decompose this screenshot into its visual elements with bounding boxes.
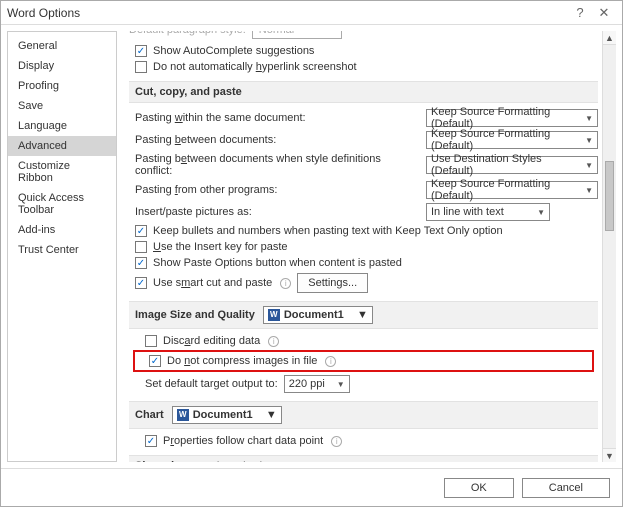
- sidebar-item-save[interactable]: Save: [8, 96, 116, 116]
- sidebar-item-advanced[interactable]: Advanced: [8, 136, 116, 156]
- sidebar-item-general[interactable]: General: [8, 36, 116, 56]
- insert-pics-combo[interactable]: In line with text▼: [426, 203, 550, 221]
- footer: OK Cancel: [1, 468, 622, 506]
- sidebar-item-proofing[interactable]: Proofing: [8, 76, 116, 96]
- sidebar: General Display Proofing Save Language A…: [7, 31, 117, 462]
- info-icon[interactable]: i: [268, 336, 279, 347]
- discard-editing-label: Discard editing data: [163, 335, 260, 347]
- default-paragraph-label: Default paragraph style:: [129, 31, 246, 36]
- paste-conflict-label: Pasting between documents when style def…: [135, 153, 420, 177]
- paste-between-label: Pasting between documents:: [135, 134, 420, 146]
- chevron-down-icon: ▼: [266, 409, 277, 421]
- chevron-down-icon: ▼: [585, 136, 593, 145]
- chevron-down-icon: ▼: [585, 186, 593, 195]
- highlight-box: Do not compress images in file i: [133, 350, 594, 372]
- info-icon[interactable]: i: [331, 436, 342, 447]
- no-compress-checkbox[interactable]: [149, 355, 161, 367]
- chevron-down-icon: ▼: [537, 208, 545, 217]
- word-options-dialog: Word Options ? ✕ General Display Proofin…: [0, 0, 623, 507]
- info-icon[interactable]: i: [325, 356, 336, 367]
- chart-scope-combo[interactable]: WDocument1▼: [172, 406, 282, 424]
- sidebar-item-trust-center[interactable]: Trust Center: [8, 240, 116, 260]
- window-title: Word Options: [7, 6, 568, 20]
- keep-bullets-label: Keep bullets and numbers when pasting te…: [153, 225, 503, 237]
- sidebar-item-language[interactable]: Language: [8, 116, 116, 136]
- paste-same-label: Pasting within the same document:: [135, 112, 420, 124]
- info-icon[interactable]: i: [280, 278, 291, 289]
- chevron-down-icon: ▼: [337, 380, 345, 389]
- paste-conflict-combo[interactable]: Use Destination Styles (Default)▼: [426, 156, 598, 174]
- partial-cut-row: Default paragraph style: Normal: [129, 31, 598, 39]
- auto-hyperlink-row: Do not automatically hyperlink screensho…: [129, 59, 598, 75]
- section-doc-content: Show document content: [129, 455, 598, 462]
- discard-editing-checkbox[interactable]: [145, 335, 157, 347]
- no-compress-label: Do not compress images in file: [167, 355, 317, 367]
- default-paragraph-combo[interactable]: Normal: [252, 31, 342, 39]
- show-paste-opts-checkbox[interactable]: [135, 257, 147, 269]
- close-icon[interactable]: ✕: [592, 5, 616, 21]
- paste-between-combo[interactable]: Keep Source Formatting (Default)▼: [426, 131, 598, 149]
- autocomplete-label: Show AutoComplete suggestions: [153, 45, 314, 57]
- ok-button[interactable]: OK: [444, 478, 514, 498]
- sidebar-item-qat[interactable]: Quick Access Toolbar: [8, 188, 116, 220]
- image-scope-combo[interactable]: WDocument1▼: [263, 306, 373, 324]
- word-doc-icon: W: [268, 309, 280, 321]
- use-insert-key-checkbox[interactable]: [135, 241, 147, 253]
- word-doc-icon: W: [177, 409, 189, 421]
- scroll-down-icon[interactable]: ▼: [603, 448, 616, 462]
- chevron-down-icon: ▼: [357, 309, 368, 321]
- paste-other-label: Pasting from other programs:: [135, 184, 420, 196]
- chart-props-label: Properties follow chart data point: [163, 435, 323, 447]
- settings-button[interactable]: Settings...: [297, 273, 368, 293]
- help-icon[interactable]: ?: [568, 5, 592, 20]
- section-chart: Chart WDocument1▼: [129, 401, 598, 429]
- chart-props-checkbox[interactable]: [145, 435, 157, 447]
- chevron-down-icon: ▼: [585, 114, 593, 123]
- show-paste-opts-label: Show Paste Options button when content i…: [153, 257, 402, 269]
- autocomplete-checkbox[interactable]: [135, 45, 147, 57]
- insert-pics-label: Insert/paste pictures as:: [135, 206, 420, 218]
- sidebar-item-display[interactable]: Display: [8, 56, 116, 76]
- scroll-thumb[interactable]: [605, 161, 614, 231]
- auto-hyperlink-label: Do not automatically hyperlink screensho…: [153, 61, 357, 73]
- scroll-up-icon[interactable]: ▲: [603, 31, 616, 45]
- autocomplete-suggestions-row: Show AutoComplete suggestions: [129, 43, 598, 59]
- keep-bullets-checkbox[interactable]: [135, 225, 147, 237]
- chevron-down-icon: ▼: [585, 161, 593, 170]
- smart-cut-checkbox[interactable]: [135, 277, 147, 289]
- default-target-label: Set default target output to:: [145, 378, 278, 390]
- use-insert-key-label: Use the Insert key for paste: [153, 241, 288, 253]
- paste-same-combo[interactable]: Keep Source Formatting (Default)▼: [426, 109, 598, 127]
- content-area: Default paragraph style: Normal Show Aut…: [121, 31, 616, 462]
- main-panel: Default paragraph style: Normal Show Aut…: [121, 31, 616, 462]
- dialog-body: General Display Proofing Save Language A…: [1, 25, 622, 468]
- sidebar-item-customize-ribbon[interactable]: Customize Ribbon: [8, 156, 116, 188]
- section-image-size: Image Size and Quality WDocument1▼: [129, 301, 598, 329]
- ppi-combo[interactable]: 220 ppi▼: [284, 375, 350, 393]
- cancel-button[interactable]: Cancel: [522, 478, 610, 498]
- smart-cut-label: Use smart cut and paste: [153, 277, 272, 289]
- titlebar: Word Options ? ✕: [1, 1, 622, 25]
- sidebar-item-addins[interactable]: Add-ins: [8, 220, 116, 240]
- auto-hyperlink-checkbox[interactable]: [135, 61, 147, 73]
- section-cut-copy-paste: Cut, copy, and paste: [129, 81, 598, 103]
- scrollbar[interactable]: ▲ ▼: [602, 31, 616, 462]
- paste-other-combo[interactable]: Keep Source Formatting (Default)▼: [426, 181, 598, 199]
